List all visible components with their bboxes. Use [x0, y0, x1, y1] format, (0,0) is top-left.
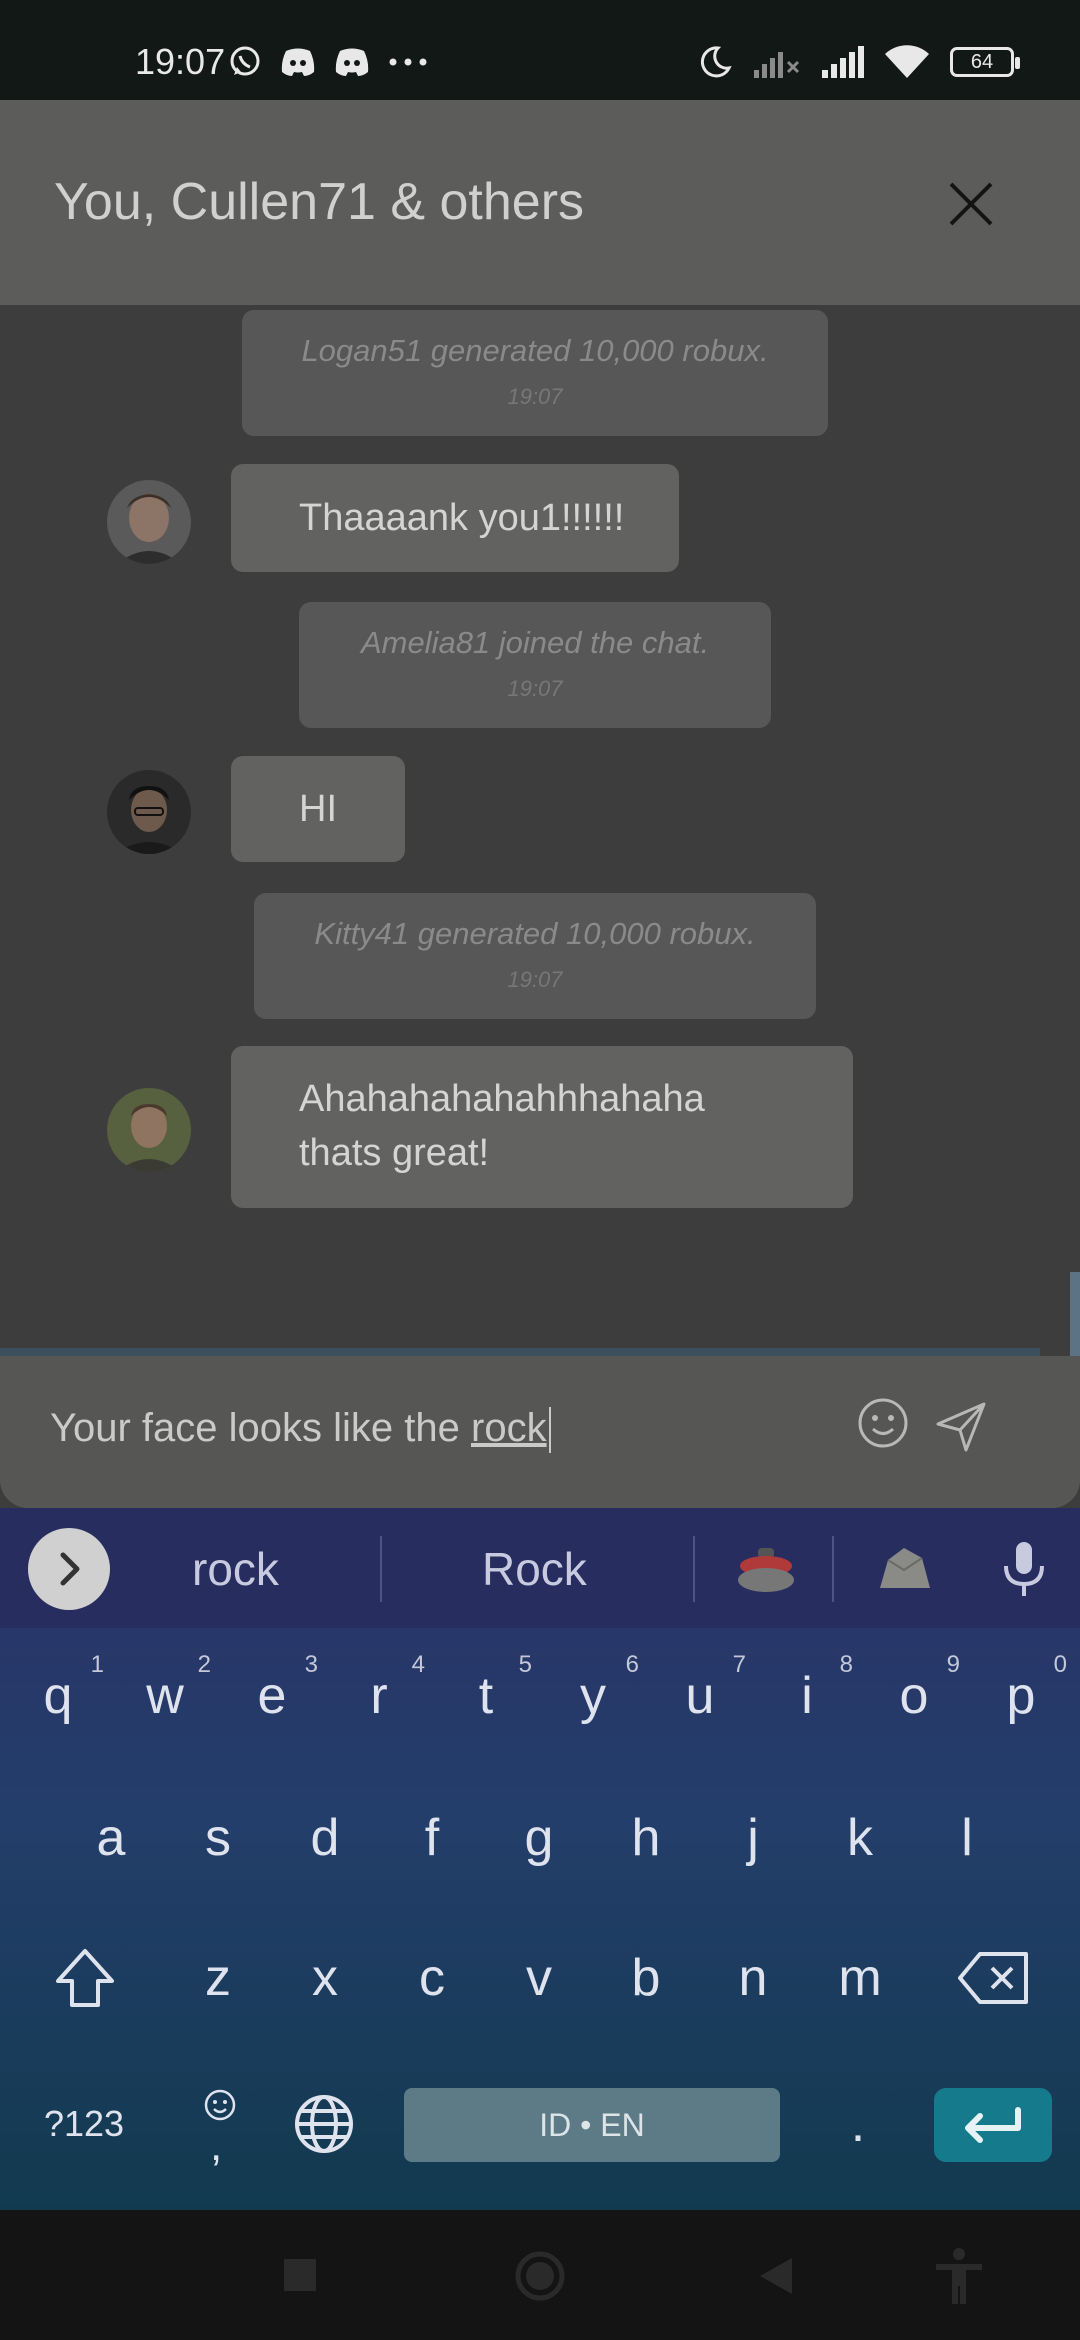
- system-message: Kitty41 generated 10,000 robux. 19:07: [254, 893, 816, 1019]
- key-a[interactable]: a: [61, 1778, 161, 1898]
- key-i[interactable]: i8: [757, 1636, 857, 1756]
- backspace-icon: [958, 1952, 1028, 2004]
- space-key[interactable]: ID • EN: [404, 2088, 780, 2162]
- key-d[interactable]: d: [275, 1778, 375, 1898]
- message-input[interactable]: Your face looks like the rock: [50, 1400, 551, 1456]
- divider: [380, 1536, 382, 1602]
- enter-key[interactable]: [934, 2088, 1052, 2162]
- language-key[interactable]: [274, 2064, 374, 2184]
- key-f[interactable]: f: [382, 1778, 482, 1898]
- divider: [832, 1536, 834, 1602]
- divider: [693, 1536, 695, 1602]
- globe-icon: [295, 2095, 353, 2153]
- discord-icon: [335, 48, 369, 76]
- chat-message[interactable]: Ahahahahahahhhahaha thats great!: [231, 1046, 853, 1208]
- shift-icon: [56, 1949, 114, 2007]
- shift-key[interactable]: [35, 1918, 135, 2038]
- back-triangle-icon[interactable]: [758, 2256, 794, 2296]
- key-n[interactable]: n: [703, 1918, 803, 2038]
- microphone-icon[interactable]: [1000, 1540, 1048, 1600]
- curling-stone-emoji[interactable]: [736, 1544, 796, 1596]
- key-v[interactable]: v: [489, 1918, 589, 2038]
- accessibility-icon[interactable]: [932, 2248, 986, 2306]
- chat-screen: You, Cullen71 & others Logan51 generated…: [0, 100, 1080, 1508]
- whatsapp-icon: [230, 46, 260, 76]
- suggestion-word[interactable]: rock: [192, 1542, 279, 1596]
- chevron-right-icon: [60, 1552, 80, 1586]
- key-z[interactable]: z: [168, 1918, 268, 2038]
- key-x[interactable]: x: [275, 1918, 375, 2038]
- system-message: Logan51 generated 10,000 robux. 19:07: [242, 310, 828, 436]
- symbols-key[interactable]: ?123: [24, 2064, 144, 2184]
- avatar[interactable]: [107, 480, 191, 564]
- key-s[interactable]: s: [168, 1778, 268, 1898]
- scrollbar[interactable]: [1070, 1272, 1080, 1362]
- avatar[interactable]: [107, 1088, 191, 1172]
- battery-indicator: 64: [950, 47, 1020, 77]
- status-time: 19:07: [135, 41, 226, 82]
- key-q[interactable]: q1: [8, 1636, 108, 1756]
- key-e[interactable]: e3: [222, 1636, 322, 1756]
- system-message: Amelia81 joined the chat. 19:07: [299, 602, 771, 728]
- key-w[interactable]: w2: [115, 1636, 215, 1756]
- chat-header: You, Cullen71 & others: [0, 100, 1080, 305]
- key-t[interactable]: t5: [436, 1636, 536, 1756]
- discord-icon: [281, 48, 315, 76]
- send-icon[interactable]: [934, 1400, 988, 1454]
- avatar[interactable]: [107, 770, 191, 854]
- emoji-comma-key[interactable]: ,: [170, 2064, 270, 2184]
- key-m[interactable]: m: [810, 1918, 910, 2038]
- smiley-icon[interactable]: [856, 1396, 910, 1450]
- chat-title: You, Cullen71 & others: [54, 173, 585, 231]
- recents-square-icon[interactable]: [283, 2258, 317, 2292]
- backspace-key[interactable]: [944, 1918, 1044, 2038]
- key-u[interactable]: u7: [650, 1636, 750, 1756]
- keyboard: rock Rock q1 w2 e3 r4 t5 y6 u7 i8 o9 p0 …: [0, 1508, 1080, 2210]
- key-b[interactable]: b: [596, 1918, 696, 2038]
- more-notifications-icon: [389, 58, 427, 66]
- chat-message[interactable]: HI: [231, 756, 405, 862]
- key-o[interactable]: o9: [864, 1636, 964, 1756]
- key-p[interactable]: p0: [971, 1636, 1071, 1756]
- key-c[interactable]: c: [382, 1918, 482, 2038]
- rock-emoji[interactable]: [874, 1544, 934, 1596]
- enter-icon: [965, 2107, 1021, 2143]
- divider: [0, 1348, 1040, 1356]
- expand-toolbar-button[interactable]: [28, 1528, 110, 1610]
- key-j[interactable]: j: [703, 1778, 803, 1898]
- wifi-icon: [885, 45, 929, 78]
- key-l[interactable]: l: [917, 1778, 1017, 1898]
- home-circle-icon[interactable]: [514, 2250, 566, 2302]
- text-cursor: [548, 1407, 551, 1454]
- period-key[interactable]: .: [808, 2064, 908, 2184]
- suggestion-word[interactable]: Rock: [482, 1542, 587, 1596]
- key-r[interactable]: r4: [329, 1636, 429, 1756]
- key-k[interactable]: k: [810, 1778, 910, 1898]
- status-bar: 19:07 64: [0, 0, 1080, 100]
- navigation-bar: [0, 2210, 1080, 2340]
- signal-icon: [822, 46, 864, 78]
- suggestion-bar: rock Rock: [0, 1508, 1080, 1628]
- key-g[interactable]: g: [489, 1778, 589, 1898]
- chat-message[interactable]: Thaaaank you1!!!!!!: [231, 464, 679, 572]
- key-h[interactable]: h: [596, 1778, 696, 1898]
- close-icon[interactable]: [945, 178, 997, 230]
- signal-no-service-icon: [754, 52, 800, 78]
- message-composer: Your face looks like the rock: [0, 1356, 1080, 1508]
- do-not-disturb-moon-icon: [700, 46, 732, 78]
- key-y[interactable]: y6: [543, 1636, 643, 1756]
